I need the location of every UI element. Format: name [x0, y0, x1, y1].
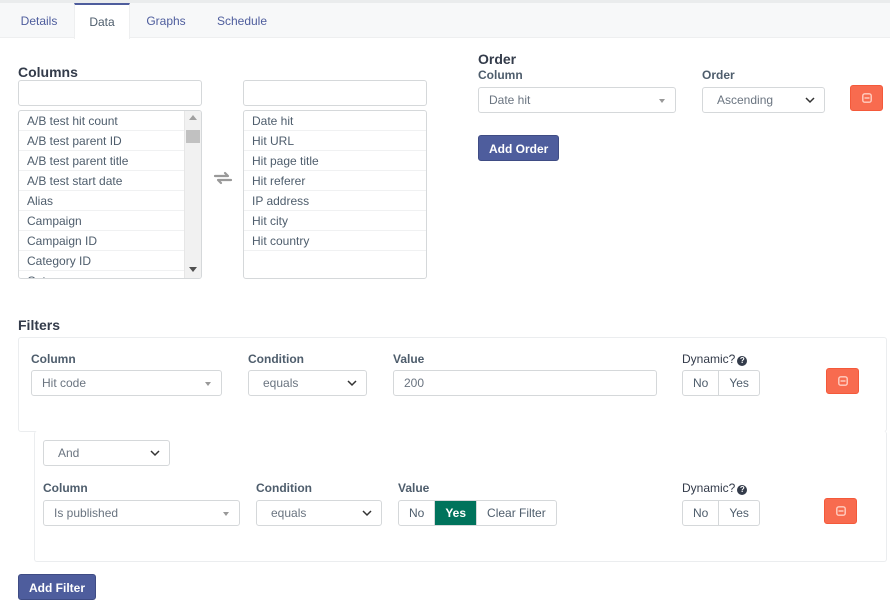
columns-heading: Columns — [18, 64, 78, 80]
available-columns-list[interactable]: A/B test hit count A/B test parent ID A/B … — [18, 110, 202, 279]
caret-down-icon — [205, 382, 211, 386]
help-icon[interactable]: ? — [737, 356, 748, 366]
chevron-down-icon — [805, 97, 815, 104]
available-column-item[interactable]: Alias — [19, 191, 201, 211]
filter-1-condition-value: equals — [263, 376, 299, 390]
filter-2-value-toggle: No Yes Clear Filter — [398, 500, 557, 526]
filter-1-column-label: Column — [31, 352, 76, 366]
value-yes-button[interactable]: Yes — [435, 501, 478, 525]
filters-heading: Filters — [18, 317, 61, 333]
scroll-down-icon[interactable] — [189, 267, 197, 272]
selected-column-item[interactable]: Hit city — [244, 211, 426, 231]
selected-column-item[interactable]: Hit page title — [244, 151, 426, 171]
filter-2-value-label: Value — [398, 481, 430, 495]
tab-graphs[interactable]: Graphs — [136, 5, 196, 38]
filter-2-dynamic-toggle: No Yes — [682, 500, 760, 526]
filter-2-glue-select[interactable]: And — [43, 440, 170, 466]
filter-2-dynamic-label: Dynamic?? — [682, 481, 748, 495]
selected-columns-list[interactable]: Date hit Hit URL Hit page title Hit referer… — [243, 110, 427, 279]
available-column-item[interactable]: A/B test parent title — [19, 151, 201, 171]
available-columns-scrollbar[interactable] — [184, 111, 201, 278]
tab-details[interactable]: Details — [8, 5, 70, 38]
available-column-item[interactable]: Campaign — [19, 211, 201, 231]
selected-column-item[interactable]: Hit URL — [244, 131, 426, 151]
scroll-thumb[interactable] — [186, 130, 200, 143]
filter-1-value-input[interactable]: 200 — [393, 370, 657, 396]
order-heading: Order — [478, 51, 517, 67]
filter-2-condition-value: equals — [271, 506, 307, 520]
filter-1-dynamic-label: Dynamic?? — [682, 352, 748, 366]
dynamic-label-text: Dynamic? — [682, 481, 736, 495]
chevron-down-icon — [150, 450, 160, 457]
filter-1-dynamic-toggle: No Yes — [682, 370, 760, 396]
caret-down-icon — [659, 99, 665, 103]
filter-2-condition-label: Condition — [256, 481, 312, 495]
order-direction-label: Order — [702, 68, 735, 82]
add-filter-button[interactable]: Add Filter — [18, 574, 96, 600]
available-columns-search[interactable] — [18, 80, 202, 106]
order-column-label: Column — [478, 68, 523, 82]
selected-column-item[interactable]: Hit referer — [244, 171, 426, 191]
filter-1-value-label: Value — [393, 352, 425, 366]
available-column-item[interactable]: Campaign ID — [19, 231, 201, 251]
available-column-item[interactable]: Category ID — [19, 251, 201, 271]
filter-1-column-select[interactable]: Hit code — [31, 370, 222, 396]
remove-filter-2-button[interactable] — [824, 498, 857, 524]
filter-1-condition-label: Condition — [248, 352, 304, 366]
filter-2-column-value: Is published — [54, 506, 119, 520]
selected-columns-search[interactable] — [243, 80, 427, 106]
order-column-value: Date hit — [489, 93, 531, 107]
selected-column-item[interactable]: Hit country — [244, 231, 426, 251]
add-order-button[interactable]: Add Order — [478, 135, 560, 161]
tab-schedule[interactable]: Schedule — [206, 5, 278, 38]
dynamic-label-text: Dynamic? — [682, 352, 736, 366]
filter-2-glue-value: And — [58, 446, 80, 460]
dynamic-no-button[interactable]: No — [683, 501, 720, 525]
order-direction-value: Ascending — [717, 93, 774, 107]
help-icon[interactable]: ? — [737, 485, 748, 495]
remove-order-button[interactable] — [850, 85, 883, 111]
filter-2-condition-select[interactable]: equals — [256, 500, 382, 526]
selected-column-item[interactable]: Date hit — [244, 111, 426, 131]
selected-column-item[interactable]: IP address — [244, 191, 426, 211]
clear-filter-button[interactable]: Clear Filter — [477, 501, 556, 525]
caret-down-icon — [223, 512, 229, 516]
available-column-item[interactable]: Cat... — [19, 271, 201, 278]
available-column-item[interactable]: A/B test parent ID — [19, 131, 201, 151]
value-no-button[interactable]: No — [399, 501, 436, 525]
tab-data[interactable]: Data — [74, 3, 130, 39]
minus-square-icon — [862, 93, 872, 103]
order-direction-select[interactable]: Ascending — [702, 87, 825, 113]
filter-1-column-value: Hit code — [42, 376, 87, 390]
dynamic-yes-button[interactable]: Yes — [719, 501, 759, 525]
tab-bar: Details Data Graphs Schedule — [0, 0, 890, 39]
chevron-down-icon — [347, 380, 357, 387]
filter-1-condition-select[interactable]: equals — [248, 370, 367, 396]
available-column-item[interactable]: A/B test hit count — [19, 111, 201, 131]
chevron-down-icon — [362, 510, 372, 517]
filter-2-column-select[interactable]: Is published — [43, 500, 240, 526]
filter-2-column-label: Column — [43, 481, 88, 495]
minus-square-icon — [836, 506, 846, 516]
exchange-arrows-icon[interactable] — [213, 171, 233, 188]
order-column-select[interactable]: Date hit — [478, 87, 676, 113]
minus-square-icon — [838, 376, 848, 386]
available-column-item[interactable]: A/B test start date — [19, 171, 201, 191]
scroll-up-icon[interactable] — [189, 115, 197, 120]
remove-filter-1-button[interactable] — [826, 368, 859, 394]
dynamic-no-button[interactable]: No — [683, 371, 720, 395]
dynamic-yes-button[interactable]: Yes — [719, 371, 759, 395]
